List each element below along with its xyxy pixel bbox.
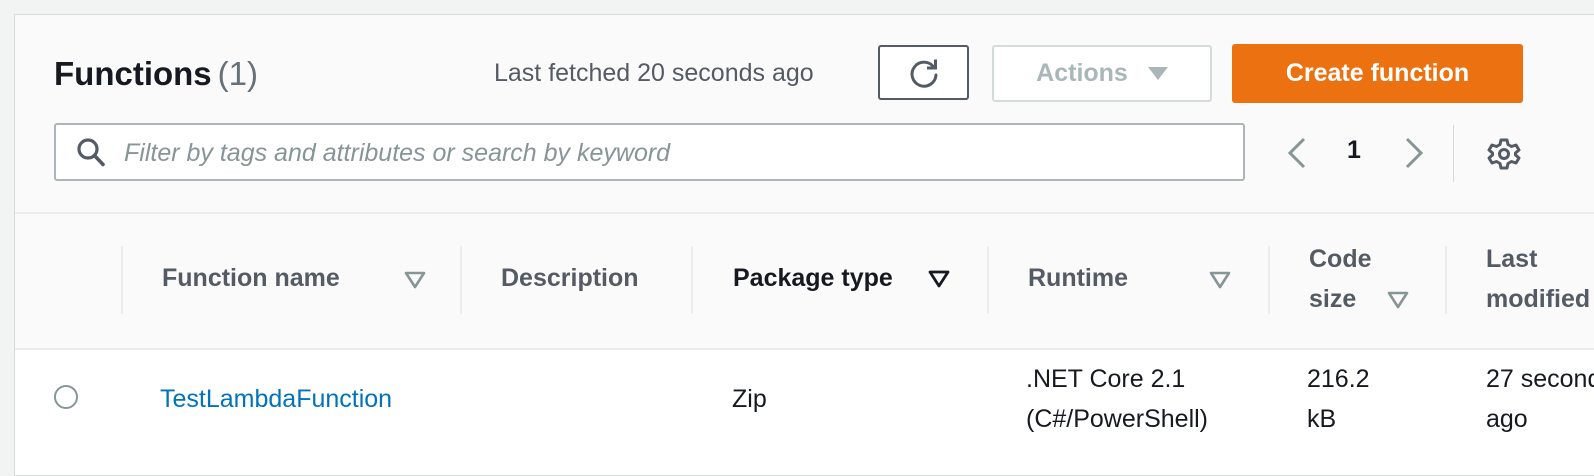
sort-down-icon[interactable]: [1209, 271, 1231, 289]
gear-icon: [1487, 138, 1521, 170]
page-number[interactable]: 1: [1340, 136, 1368, 165]
search-icon: [77, 138, 105, 167]
next-page-button[interactable]: [1396, 133, 1432, 173]
refresh-icon: [910, 59, 937, 88]
title-text: Functions: [54, 55, 212, 92]
column-header-description[interactable]: Description: [501, 264, 639, 293]
actions-dropdown[interactable]: Actions: [992, 45, 1212, 102]
column-separator: [1268, 246, 1270, 314]
previous-page-button[interactable]: [1279, 133, 1315, 173]
function-count: (1): [217, 55, 258, 92]
column-separator: [691, 246, 693, 314]
actions-label: Actions: [1036, 59, 1128, 87]
sort-down-icon[interactable]: [404, 271, 426, 289]
functions-header: Functions (1) Last fetched 20 seconds ago…: [15, 15, 1594, 212]
column-header-package-type[interactable]: Package type: [733, 264, 893, 293]
functions-panel: Functions (1) Last fetched 20 seconds ago…: [14, 14, 1594, 476]
chevron-right-icon: [1405, 137, 1424, 169]
sort-down-icon[interactable]: [928, 270, 950, 288]
sort-down-icon[interactable]: [1387, 291, 1409, 309]
code-size-cell-line1: 216.2: [1307, 365, 1370, 393]
row-select-radio[interactable]: [54, 385, 78, 409]
column-separator: [121, 246, 123, 314]
column-header-function-name[interactable]: Function name: [162, 264, 340, 293]
preferences-button[interactable]: [1485, 135, 1523, 173]
caret-down-icon: [1147, 67, 1168, 80]
column-separator: [460, 246, 462, 314]
last-fetched-text: Last fetched 20 seconds ago: [494, 59, 814, 87]
search-input[interactable]: [122, 131, 1226, 175]
column-header-code-size-line1[interactable]: Code: [1309, 245, 1372, 274]
code-size-cell-line2: kB: [1307, 405, 1337, 433]
column-header-runtime[interactable]: Runtime: [1028, 264, 1128, 293]
column-header-last-modified-line1[interactable]: Last: [1486, 245, 1537, 274]
runtime-cell-line2: (C#/PowerShell): [1026, 405, 1209, 433]
page-title: Functions (1): [54, 55, 258, 93]
chevron-left-icon: [1287, 137, 1306, 169]
column-header-last-modified-line2[interactable]: modified: [1486, 285, 1590, 314]
create-function-button[interactable]: Create function: [1232, 44, 1523, 103]
refresh-button[interactable]: [878, 45, 969, 100]
column-separator: [987, 246, 989, 314]
last-modified-cell-line1: 27 seconds: [1486, 365, 1594, 393]
function-name-link[interactable]: TestLambdaFunction: [160, 379, 392, 419]
table-row: TestLambdaFunction Zip .NET Core 2.1 (C#…: [15, 350, 1594, 475]
pager-divider: [1453, 125, 1454, 182]
runtime-cell-line1: .NET Core 2.1: [1026, 365, 1186, 393]
column-separator: [1445, 246, 1447, 314]
column-header-code-size-line2[interactable]: size: [1309, 285, 1356, 314]
search-box[interactable]: [54, 123, 1245, 181]
last-modified-cell-line2: ago: [1486, 405, 1528, 433]
table-header-row: Function name Description Package type R…: [15, 214, 1594, 348]
package-type-cell: Zip: [732, 385, 767, 413]
